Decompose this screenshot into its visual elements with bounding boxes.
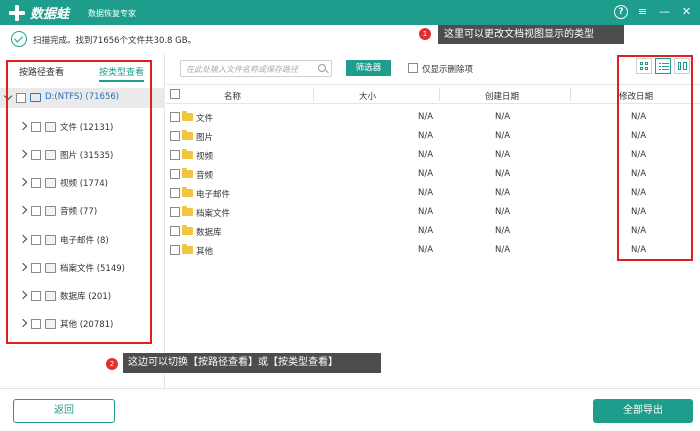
minimize-icon[interactable]: — [657, 4, 672, 19]
folder-icon [182, 244, 193, 254]
app-name: 数据蛙 [30, 7, 70, 22]
app-subtitle: 数据恢复专家 [88, 9, 136, 18]
window-controls: ? ≡ — ✕ [614, 4, 694, 19]
row-created: N/A [495, 207, 511, 217]
row-created: N/A [495, 245, 511, 255]
row-size: N/A [418, 169, 434, 179]
row-name: 视频 [196, 152, 214, 162]
column-size[interactable]: 大小 [359, 90, 376, 102]
row-checkbox[interactable] [170, 188, 180, 198]
row-size: N/A [418, 207, 434, 217]
title-bar: 数据蛙 数据恢复专家 ? ≡ — ✕ [0, 0, 700, 25]
folder-icon [182, 111, 193, 121]
row-checkbox[interactable] [170, 150, 180, 160]
folder-icon [182, 149, 193, 159]
row-checkbox[interactable] [170, 169, 180, 179]
row-created: N/A [495, 169, 511, 179]
callout-number-2: 2 [106, 358, 118, 370]
row-checkbox[interactable] [170, 131, 180, 141]
search-placeholder: 在此处输入文件名称或保存路径 [186, 65, 298, 74]
row-size: N/A [418, 131, 434, 141]
callout-view-switch: 这边可以切换【按路径查看】或【按类型查看】 [123, 353, 381, 373]
plus-logo-icon [8, 4, 26, 22]
row-size: N/A [418, 112, 434, 122]
row-size: N/A [418, 150, 434, 160]
callout-view-type: 这里可以更改文档视图显示的类型 [438, 25, 624, 44]
row-created: N/A [495, 188, 511, 198]
folder-icon [182, 130, 193, 140]
callout-number-1: 1 [419, 28, 431, 40]
back-button[interactable]: 返回 [13, 399, 115, 423]
menu-icon[interactable]: ≡ [635, 4, 650, 19]
row-name: 电子邮件 [196, 190, 231, 200]
row-name: 档案文件 [196, 209, 231, 219]
app-logo: 数据蛙 [8, 3, 69, 22]
scan-status-text: 扫描完成。找到71656个文件共30.8 GB。 [33, 36, 197, 46]
row-created: N/A [495, 131, 511, 141]
column-name[interactable]: 名称 [224, 90, 241, 102]
row-size: N/A [418, 188, 434, 198]
row-name: 图片 [196, 133, 214, 143]
filter-bar: 在此处输入文件名称或保存路径 筛选器 仅显示删除项 [180, 58, 690, 80]
row-checkbox[interactable] [170, 245, 180, 255]
check-circle-icon [11, 31, 27, 47]
close-icon[interactable]: ✕ [679, 4, 694, 19]
column-divider [313, 88, 314, 101]
column-divider [439, 88, 440, 101]
row-checkbox[interactable] [170, 112, 180, 122]
select-all-checkbox[interactable] [170, 89, 180, 99]
footer-bar: 返回 全部导出 [0, 388, 700, 431]
row-size: N/A [418, 245, 434, 255]
folder-icon [182, 168, 193, 178]
row-created: N/A [495, 150, 511, 160]
filter-button[interactable]: 筛选器 [346, 60, 391, 76]
only-deleted-label: 仅显示删除项 [422, 65, 474, 75]
row-name: 其他 [196, 247, 214, 257]
row-created: N/A [495, 112, 511, 122]
only-deleted-checkbox[interactable] [408, 63, 418, 73]
search-input[interactable]: 在此处输入文件名称或保存路径 [180, 60, 332, 77]
search-icon[interactable] [318, 64, 326, 72]
row-size: N/A [418, 226, 434, 236]
folder-icon [182, 206, 193, 216]
row-name: 文件 [196, 114, 214, 124]
row-checkbox[interactable] [170, 207, 180, 217]
row-name: 音频 [196, 171, 214, 181]
export-all-button[interactable]: 全部导出 [593, 399, 693, 423]
row-checkbox[interactable] [170, 226, 180, 236]
column-divider [570, 88, 571, 101]
annotation-box-sidebar [6, 60, 152, 344]
row-name: 数据库 [196, 228, 222, 238]
folder-icon [182, 225, 193, 235]
help-icon[interactable]: ? [614, 4, 628, 19]
folder-icon [182, 187, 193, 197]
annotation-box-view-modes [617, 55, 693, 261]
row-created: N/A [495, 226, 511, 236]
column-created[interactable]: 创建日期 [485, 90, 519, 102]
